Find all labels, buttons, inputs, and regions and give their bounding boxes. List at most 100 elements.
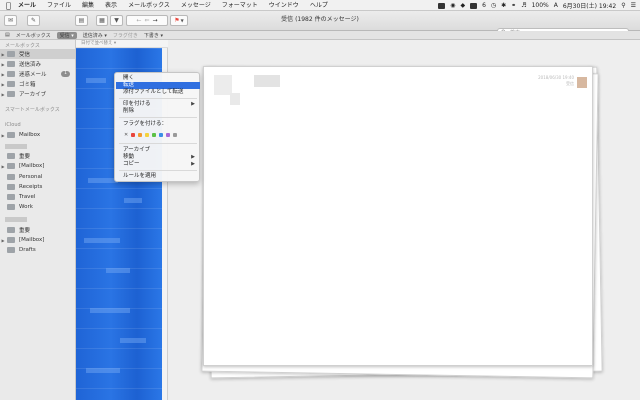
message-row-redacted <box>90 308 130 313</box>
subject-redacted <box>230 93 240 105</box>
sidebar-item-folder[interactable]: Personal <box>0 172 75 182</box>
menu-help[interactable]: ヘルプ <box>310 0 328 11</box>
menu-edit[interactable]: 編集 <box>82 0 94 11</box>
menu-item-mark[interactable]: 印を付ける ▶ <box>116 101 200 108</box>
sidebar-item-label: 重要 <box>19 228 31 234</box>
menu-mail[interactable]: メール <box>18 0 36 11</box>
status-area: ◉ ◆ 6 ◷ ✱ ⚭ ♬ 100% A 6月30日(土) 19:42 ⚲ ☰ <box>438 0 636 11</box>
clear-flag-icon[interactable]: ✕ <box>124 132 128 138</box>
menu-item-open[interactable]: 開く <box>116 75 200 82</box>
message-viewer: 2018/06/30 19:40 受信 <box>168 40 640 400</box>
menu-file[interactable]: ファイル <box>47 0 71 11</box>
flag-green-icon[interactable] <box>152 132 157 137</box>
sidebar-item-icloud-mailbox[interactable]: ▶ Mailbox <box>0 130 75 140</box>
shield-icon[interactable]: ◉ <box>450 2 455 9</box>
datetime[interactable]: 6月30日(土) 19:42 <box>563 1 616 10</box>
folder-icon <box>7 184 15 190</box>
app-status-icon-2[interactable] <box>470 2 478 9</box>
fav-sent-label: 送信済み <box>82 32 103 39</box>
archive-icon <box>7 91 15 97</box>
menu-window[interactable]: ウインドウ <box>269 0 299 11</box>
sidebar-item-folder[interactable]: 重要 <box>0 151 75 161</box>
menu-item-apply-rules[interactable]: ルールを適用 <box>116 173 200 180</box>
message-preview[interactable]: 2018/06/30 19:40 受信 <box>203 66 593 366</box>
menu-item-forward-as-attachment[interactable]: 添付ファイルとして転送 <box>116 89 200 96</box>
flag-blue-icon[interactable] <box>159 132 164 137</box>
sidebar-item-folder[interactable]: Receipts <box>0 182 75 192</box>
disclosure-icon[interactable]: ▶ <box>0 133 6 138</box>
disclosure-icon[interactable]: ▶ <box>0 52 6 57</box>
trash-icon <box>7 81 15 87</box>
menu-mailbox[interactable]: メールボックス <box>128 0 170 11</box>
sidebar-item-folder[interactable]: 重要 <box>0 225 75 235</box>
sidebar-item-sent[interactable]: ▶ 送信済み <box>0 59 75 69</box>
menu-item-delete[interactable]: 削除 <box>116 108 200 115</box>
message-row-redacted <box>106 268 130 273</box>
sidebar-item-folder[interactable]: Travel <box>0 192 75 202</box>
contact-avatar <box>577 77 587 88</box>
mail-window: ✉ ✎ ▤ ▦ ▼ ← ⇐ → ⚑ ▼ 受信 (1982 件のメッセージ) ⚲ … <box>0 11 640 400</box>
flag-purple-icon[interactable] <box>166 132 171 137</box>
spotlight-icon[interactable]: ⚲ <box>621 2 625 9</box>
sidebar-item-label: 受信 <box>19 52 31 58</box>
menu-separator <box>119 98 197 99</box>
fav-flagged[interactable]: フラグ付き <box>113 32 138 39</box>
sidebar-item-folder[interactable]: Work <box>0 202 75 212</box>
dropbox-icon[interactable]: ◆ <box>460 2 465 9</box>
adobe-badge[interactable]: 6 <box>482 2 486 9</box>
sidebar-item-folder[interactable]: ▶ [Mailbox] <box>0 235 75 245</box>
account-header-redacted <box>5 144 27 149</box>
menu-item-flag-label: フラグを付ける： <box>123 121 168 127</box>
input-source[interactable]: A <box>554 2 558 9</box>
menu-item-move[interactable]: 移動 ▶ <box>116 154 200 161</box>
junk-icon <box>7 71 15 77</box>
fav-inbox[interactable]: 受信 ▾ <box>56 31 77 39</box>
app-status-icon[interactable] <box>438 2 446 9</box>
disclosure-icon[interactable]: ▶ <box>0 62 6 67</box>
bluetooth-icon[interactable]: ✱ <box>501 2 506 9</box>
menu-item-archive[interactable]: アーカイブ <box>116 147 200 154</box>
sort-header[interactable]: 日付で並べ替え ▾ <box>76 40 168 48</box>
fav-sent[interactable]: 送信済み ▾ <box>83 32 107 39</box>
sidebar-item-folder[interactable]: Drafts <box>0 245 75 255</box>
apple-menu-icon[interactable]:  <box>6 0 18 11</box>
sidebar-item-junk[interactable]: ▶ 迷惑メール 1 <box>0 69 75 79</box>
menu-message[interactable]: メッセージ <box>181 0 211 11</box>
flag-gray-icon[interactable] <box>173 132 178 137</box>
disclosure-icon[interactable]: ▶ <box>0 92 6 97</box>
menu-item-forward[interactable]: 転送 <box>116 82 200 89</box>
sidebar-item-label: Drafts <box>19 247 36 253</box>
fav-mailboxes[interactable]: メールボックス <box>16 32 51 39</box>
menu-separator <box>119 143 197 144</box>
menu-bar:  メール ファイル 編集 表示 メールボックス メッセージ フォーマット ウイ… <box>0 0 640 11</box>
disclosure-icon[interactable]: ▶ <box>0 82 6 87</box>
sidebar: メールボックス ▶ 受信 ▶ 送信済み ▶ 迷惑メール 1 ▶ ゴミ箱 ▶ アー… <box>0 40 76 400</box>
sidebar-item-trash[interactable]: ▶ ゴミ箱 <box>0 79 75 89</box>
flag-red-icon[interactable] <box>131 132 136 137</box>
sidebar-item-label: アーカイブ <box>19 92 47 98</box>
menu-format[interactable]: フォーマット <box>222 0 258 11</box>
folder-icon <box>7 247 15 253</box>
menu-view[interactable]: 表示 <box>105 0 117 11</box>
sidebar-item-archive[interactable]: ▶ アーカイブ <box>0 89 75 99</box>
flag-yellow-icon[interactable] <box>145 132 150 137</box>
clock-icon[interactable]: ◷ <box>491 2 496 9</box>
flag-orange-icon[interactable] <box>138 132 143 137</box>
notification-center-icon[interactable]: ☰ <box>631 2 636 9</box>
battery-level[interactable]: 100% <box>532 2 549 9</box>
disclosure-icon[interactable]: ▶ <box>0 72 6 77</box>
fav-drafts[interactable]: 下書き ▾ <box>144 32 163 39</box>
sidebar-toggle-icon[interactable]: ▤ <box>5 32 10 38</box>
message-row-redacted <box>120 338 146 343</box>
sidebar-item-folder[interactable]: ▶ [Mailbox] <box>0 161 75 171</box>
sender-avatar-redacted <box>214 75 232 95</box>
wifi-icon[interactable]: ⚭ <box>511 2 516 9</box>
sidebar-item-label: 送信済み <box>19 62 42 68</box>
disclosure-icon[interactable]: ▶ <box>0 238 6 243</box>
disclosure-icon[interactable]: ▶ <box>0 164 6 169</box>
sidebar-item-inbox[interactable]: ▶ 受信 <box>0 49 75 59</box>
volume-icon[interactable]: ♬ <box>521 2 526 9</box>
chevron-right-icon: ▶ <box>191 154 195 160</box>
menu-item-copy[interactable]: コピー ▶ <box>116 161 200 168</box>
sidebar-item-label: Work <box>19 204 33 210</box>
